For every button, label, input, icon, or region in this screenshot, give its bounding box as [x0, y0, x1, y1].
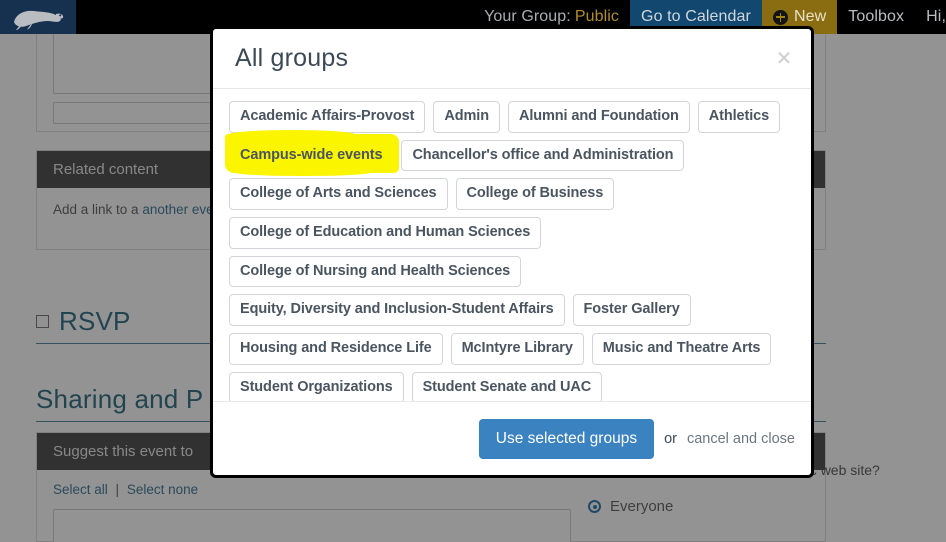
- group-chip-label: Equity, Diversity and Inclusion-Student …: [240, 301, 554, 318]
- modal-body: Academic Affairs-Provost Admin Alumni and …: [213, 89, 811, 401]
- group-chip-label: Music and Theatre Arts: [602, 340, 761, 357]
- nav-go-to-calendar-label: Go to Calendar: [641, 8, 751, 25]
- group-chip[interactable]: McIntyre Library: [450, 333, 584, 365]
- group-chip[interactable]: College of Nursing and Health Sciences: [229, 255, 522, 288]
- nav-user-greeting[interactable]: Hi,: [915, 0, 946, 34]
- group-chip-label: Housing and Residence Life: [240, 340, 432, 357]
- group-chip[interactable]: College of Business: [455, 178, 615, 211]
- group-chip-label: Athletics: [708, 108, 770, 124]
- group-chip[interactable]: Admin: [433, 101, 500, 133]
- group-chip-label: Student Organizations: [240, 378, 393, 395]
- group-chip[interactable]: Equity, Diversity and Inclusion-Student …: [229, 294, 565, 327]
- group-chip[interactable]: College of Arts and Sciences: [229, 178, 448, 211]
- cancel-and-close-link[interactable]: cancel and close: [687, 431, 795, 447]
- group-chip-label: Alumni and Foundation: [518, 108, 679, 124]
- group-chip[interactable]: Student Organizations: [229, 371, 404, 401]
- group-chip[interactable]: Music and Theatre Arts: [591, 333, 772, 365]
- all-groups-modal: All groups ✕ Academic Affairs-Provost Adm…: [210, 26, 814, 478]
- group-chip-label: College of Nursing and Health Sciences: [240, 262, 511, 279]
- group-chip[interactable]: Foster Gallery: [572, 294, 691, 327]
- modal-title: All groups: [235, 44, 349, 72]
- group-chip-label: College of Business: [466, 185, 604, 202]
- modal-header: All groups ✕: [213, 29, 811, 89]
- group-chip[interactable]: Academic Affairs-Provost: [229, 101, 426, 133]
- group-chip-label: Admin: [444, 108, 489, 124]
- nav-toolbox-label: Toolbox: [848, 8, 905, 25]
- group-chip[interactable]: Chancellor's office and Administration: [401, 139, 685, 172]
- group-chip-label: Foster Gallery: [583, 301, 680, 318]
- group-chip-list: Academic Affairs-Provost Admin Alumni and …: [225, 101, 797, 401]
- group-chip-label: College of Education and Human Sciences: [240, 224, 531, 241]
- your-group-label: Your Group:: [484, 8, 571, 25]
- group-chip[interactable]: Student Senate and UAC: [411, 371, 603, 401]
- group-chip[interactable]: Campus-wide events: [225, 129, 400, 176]
- group-chip-label: Academic Affairs-Provost: [240, 108, 415, 124]
- blugold-logo-icon[interactable]: [0, 0, 76, 34]
- plus-circle-icon: [772, 9, 788, 25]
- modal-footer: Use selected groups or cancel and close: [213, 401, 811, 475]
- group-chip[interactable]: College of Education and Human Sciences: [229, 217, 542, 249]
- group-chip-label: Student Senate and UAC: [422, 378, 592, 395]
- nav-toolbox[interactable]: Toolbox: [837, 0, 915, 34]
- nav-user-greeting-label: Hi,: [926, 8, 946, 25]
- group-chip[interactable]: Housing and Residence Life: [229, 333, 443, 365]
- group-chip-label: McIntyre Library: [461, 340, 573, 357]
- close-icon[interactable]: ✕: [773, 47, 795, 69]
- group-chip-label: Chancellor's office and Administration: [412, 146, 674, 163]
- group-chip[interactable]: Athletics: [697, 101, 781, 133]
- use-selected-groups-button[interactable]: Use selected groups: [478, 418, 655, 459]
- group-chip-label: College of Arts and Sciences: [240, 185, 437, 202]
- group-chip-label: Campus-wide events: [240, 146, 383, 163]
- footer-or-label: or: [664, 430, 677, 447]
- group-chip[interactable]: Alumni and Foundation: [507, 101, 690, 133]
- your-group-value: Public: [574, 8, 620, 25]
- app-root: Related content Add a link to a another …: [0, 0, 946, 542]
- nav-new-label: New: [793, 8, 827, 25]
